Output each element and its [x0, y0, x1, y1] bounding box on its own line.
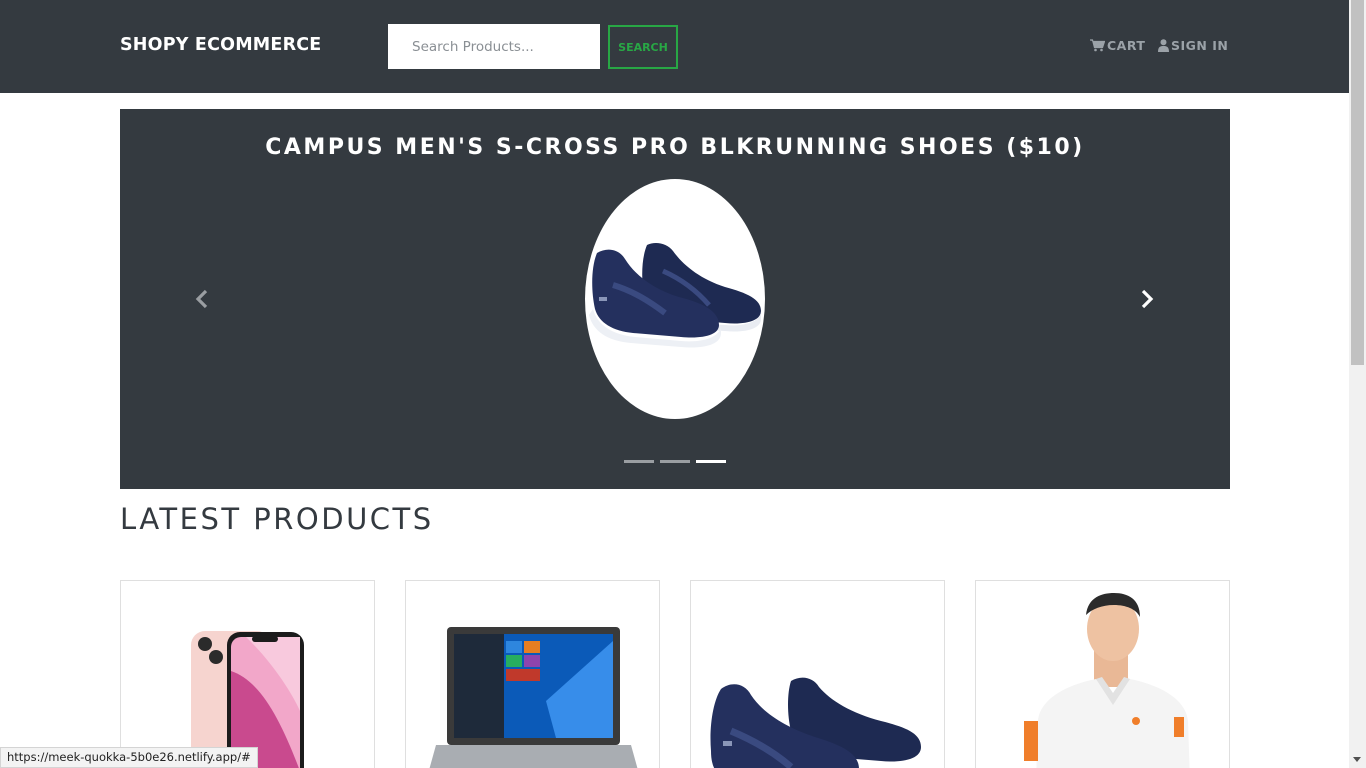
cart-icon — [1090, 39, 1105, 52]
scrollbar-thumb[interactable] — [1351, 0, 1364, 365]
chevron-right-icon — [1141, 289, 1154, 309]
browser-status-bar: https://meek-quokka-5b0e26.netlify.app/# — [0, 747, 258, 768]
carousel-next-button[interactable] — [1134, 287, 1158, 311]
latest-products-heading: LATEST PRODUCTS — [120, 502, 434, 536]
search-input[interactable] — [388, 24, 600, 69]
page: SHOPY ECOMMERCE SEARCH CART SIGN IN CAMP… — [0, 0, 1366, 768]
vertical-scrollbar[interactable] — [1349, 0, 1366, 768]
product-card-laptop[interactable] — [405, 580, 660, 768]
iphone-image — [191, 631, 304, 768]
sign-in-link[interactable]: SIGN IN — [1158, 38, 1228, 53]
carousel-slide-title[interactable]: CAMPUS MEN'S S-CROSS PRO BLKRUNNING SHOE… — [120, 135, 1230, 160]
carousel-indicator-3[interactable] — [696, 460, 726, 463]
search-button[interactable]: SEARCH — [608, 25, 678, 69]
sign-in-label: SIGN IN — [1171, 38, 1229, 53]
carousel-indicator-1[interactable] — [624, 460, 654, 463]
carousel-indicator-2[interactable] — [660, 460, 690, 463]
shoes-image — [589, 243, 761, 348]
polo-shirt-image — [1024, 593, 1190, 768]
navbar: SHOPY ECOMMERCE SEARCH CART SIGN IN — [0, 0, 1349, 93]
laptop-image — [429, 627, 638, 768]
carousel-product-image[interactable] — [585, 179, 765, 419]
carousel-indicators — [624, 460, 726, 463]
product-carousel: CAMPUS MEN'S S-CROSS PRO BLKRUNNING SHOE… — [120, 109, 1230, 489]
carousel-prev-button[interactable] — [191, 287, 215, 311]
shoes-image — [710, 677, 921, 768]
cart-label: CART — [1107, 38, 1146, 53]
cart-link[interactable]: CART — [1090, 38, 1145, 53]
scroll-down-arrow-icon[interactable] — [1353, 757, 1361, 762]
brand-logo-link[interactable]: SHOPY ECOMMERCE — [120, 35, 321, 55]
chevron-left-icon — [195, 289, 208, 309]
product-card-shoes[interactable] — [690, 580, 945, 768]
product-card-polo-shirt[interactable] — [975, 580, 1230, 768]
user-icon — [1158, 39, 1169, 52]
product-card-iphone[interactable] — [120, 580, 375, 768]
